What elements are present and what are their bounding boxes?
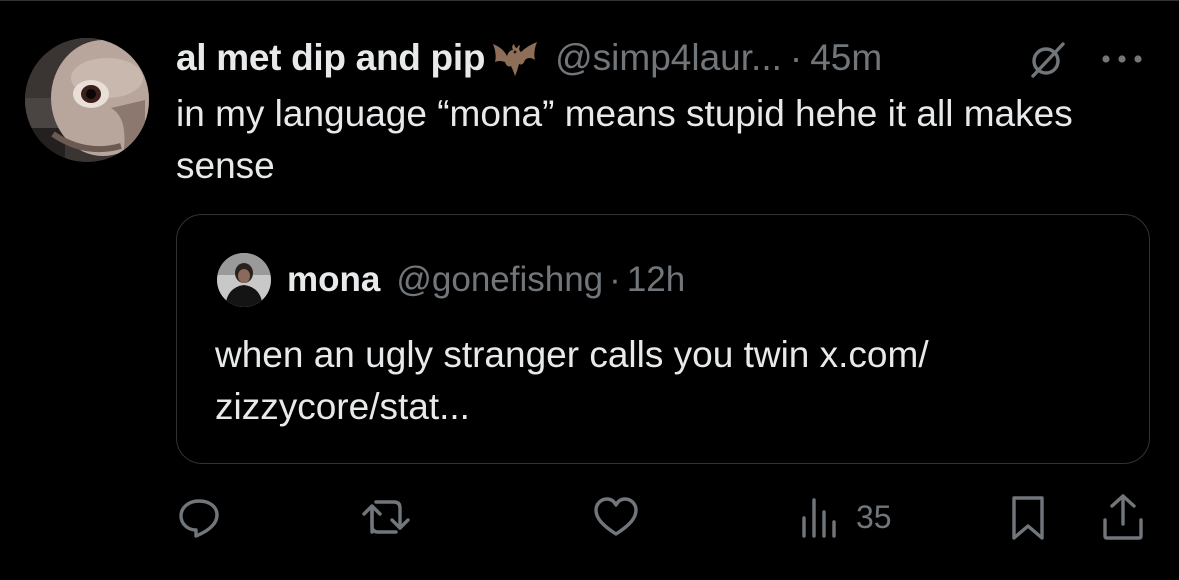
retweet-icon <box>362 500 410 534</box>
like-icon <box>594 497 638 536</box>
avatar[interactable] <box>25 38 149 162</box>
separator-dot: · <box>789 37 803 78</box>
views-button[interactable]: 35 <box>800 496 892 538</box>
retweet-button[interactable] <box>360 494 414 540</box>
share-icon <box>1103 494 1143 540</box>
quote-separator-dot: · <box>609 260 621 299</box>
quote-text-line-2[interactable]: zizzycore/stat... <box>215 381 1115 433</box>
author-handle[interactable]: @simp4laur... <box>555 37 782 79</box>
avatar-image <box>25 38 149 162</box>
like-button[interactable] <box>592 494 640 540</box>
quote-text: when an ugly stranger calls you twin x.c… <box>215 329 1115 433</box>
views-icon <box>802 498 836 538</box>
grok-icon[interactable] <box>1027 40 1067 80</box>
tweet-header: al met dip and pip @simp4laur... · 45m <box>176 33 882 83</box>
bookmark-icon <box>1012 496 1044 540</box>
bookmark-button[interactable] <box>1008 494 1048 542</box>
more-options-icon[interactable] <box>1099 46 1145 72</box>
tweet[interactable]: al met dip and pip @simp4laur... · 45m i… <box>0 0 1179 580</box>
tweet-text: in my language “mona” means stupid hehe … <box>176 93 1073 186</box>
quote-header: mona @gonefishng · 12h <box>287 257 685 303</box>
reply-button[interactable] <box>176 494 222 540</box>
quote-avatar-image <box>217 253 271 307</box>
quote-handle[interactable]: @gonefishng <box>396 260 603 300</box>
share-button[interactable] <box>1100 492 1146 542</box>
reply-icon <box>179 499 219 538</box>
quote-text-line-1: when an ugly stranger calls you twin x.c… <box>215 334 929 375</box>
views-count: 35 <box>856 498 892 535</box>
quote-display-name[interactable]: mona <box>287 260 380 300</box>
action-bar: 35 <box>0 484 1179 554</box>
bat-icon <box>493 42 538 76</box>
quote-time[interactable]: 12h <box>627 260 685 300</box>
author-display-name[interactable]: al met dip and pip <box>176 37 485 79</box>
quote-avatar[interactable] <box>217 253 271 307</box>
tweet-time[interactable]: 45m <box>810 37 882 79</box>
quoted-tweet-card[interactable]: mona @gonefishng · 12h when an ugly stra… <box>176 214 1150 464</box>
